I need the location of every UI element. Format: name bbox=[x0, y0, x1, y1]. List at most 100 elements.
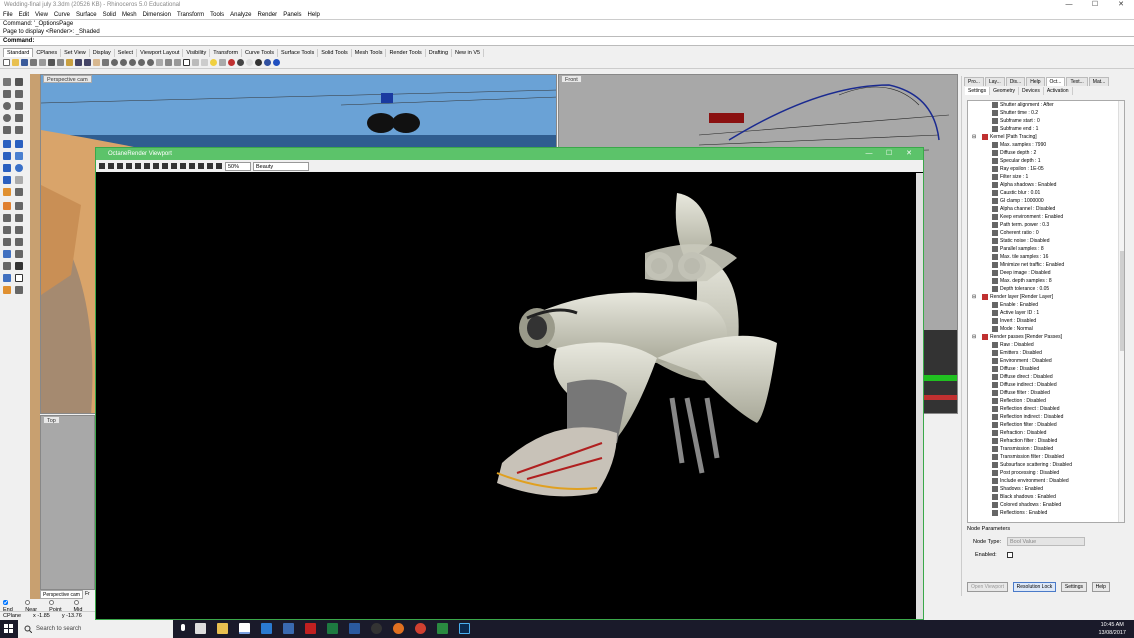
tree-row[interactable]: Reflections : Enabled bbox=[968, 509, 1124, 517]
tree-row[interactable]: Black shadows : Enabled bbox=[968, 493, 1124, 501]
render-preview-icon[interactable] bbox=[237, 59, 244, 66]
tree-row[interactable]: Minimize net traffic : Enabled bbox=[968, 261, 1124, 269]
four-viewports-icon[interactable] bbox=[165, 59, 172, 66]
tree-scrollbar[interactable] bbox=[1118, 101, 1124, 522]
rotate-view-icon[interactable] bbox=[102, 59, 109, 66]
redo-icon[interactable] bbox=[84, 59, 91, 66]
subtab-geometry[interactable]: Geometry bbox=[990, 87, 1020, 95]
tree-row[interactable]: Raw : Disabled bbox=[968, 341, 1124, 349]
select-points-icon[interactable] bbox=[3, 78, 11, 86]
firefox-app-icon[interactable] bbox=[393, 623, 404, 634]
tab-viewport-layout[interactable]: Viewport Layout bbox=[137, 49, 184, 57]
tree-row[interactable]: Specular depth : 1 bbox=[968, 157, 1124, 165]
tree-row[interactable]: Alpha shadows : Enabled bbox=[968, 181, 1124, 189]
tree-row[interactable]: Depth tolerance : 0.05 bbox=[968, 285, 1124, 293]
viewport-label-front[interactable]: Front bbox=[561, 75, 582, 83]
menu-help[interactable]: Help bbox=[308, 12, 320, 18]
sweep-icon[interactable] bbox=[15, 152, 23, 160]
menu-view[interactable]: View bbox=[35, 12, 48, 18]
tab-layers[interactable]: Lay... bbox=[984, 77, 1005, 86]
tab-materials[interactable]: Mat... bbox=[1088, 77, 1110, 86]
expand-icon[interactable]: ⊟ bbox=[972, 133, 976, 141]
osnap-point-checkbox[interactable] bbox=[49, 600, 55, 605]
render-icon[interactable] bbox=[3, 286, 11, 294]
lock-icon[interactable] bbox=[207, 163, 213, 169]
osnap-end-checkbox[interactable] bbox=[3, 600, 8, 605]
tree-row[interactable]: Reflection : Disabled bbox=[968, 397, 1124, 405]
tree-row[interactable]: ⊟ Render passes [Render Passes] bbox=[968, 333, 1124, 341]
array-grid-icon[interactable] bbox=[3, 262, 11, 270]
osnap-mid-checkbox[interactable] bbox=[73, 600, 79, 605]
zoom-select[interactable]: 50% bbox=[225, 161, 251, 171]
tab-perspective-cam[interactable]: Perspective cam bbox=[40, 590, 83, 599]
tree-row[interactable]: GI clamp : 1000000 bbox=[968, 197, 1124, 205]
surface-icon[interactable] bbox=[3, 140, 11, 148]
cplane-label[interactable]: CPlane bbox=[3, 613, 21, 619]
tree-row[interactable]: Max. samples : 7990 bbox=[968, 141, 1124, 149]
tree-row[interactable]: Diffuse filter : Disabled bbox=[968, 389, 1124, 397]
tree-row[interactable]: Reflection filter : Disabled bbox=[968, 421, 1124, 429]
tab-display[interactable]: Dis... bbox=[1005, 77, 1026, 86]
copy-object-icon[interactable] bbox=[15, 226, 23, 234]
tree-row[interactable]: Reflection direct : Disabled bbox=[968, 405, 1124, 413]
circle-icon[interactable] bbox=[3, 102, 11, 110]
tab-cplanes[interactable]: CPlanes bbox=[33, 49, 62, 57]
extrude-icon[interactable] bbox=[15, 140, 23, 148]
zoom-window-icon[interactable] bbox=[120, 59, 127, 66]
tree-row[interactable]: Subsurface scattering : Disabled bbox=[968, 461, 1124, 469]
help-button[interactable]: Help bbox=[1091, 582, 1110, 592]
maximize-button[interactable]: ☐ bbox=[1082, 0, 1108, 10]
tab-mesh-tools[interactable]: Mesh Tools bbox=[352, 49, 387, 57]
tree-row[interactable]: Ray epsilon : 1E-05 bbox=[968, 165, 1124, 173]
move-icon[interactable] bbox=[3, 226, 11, 234]
open-viewport-button[interactable]: Open Viewport bbox=[967, 582, 1008, 592]
rotate-icon[interactable] bbox=[3, 238, 11, 246]
tab-select[interactable]: Select bbox=[115, 49, 138, 57]
edge-app-icon[interactable] bbox=[261, 623, 272, 634]
import-icon[interactable] bbox=[39, 59, 46, 66]
menu-mesh[interactable]: Mesh bbox=[122, 12, 137, 18]
select-icon[interactable] bbox=[183, 59, 190, 66]
array-icon[interactable] bbox=[15, 250, 23, 258]
close-button[interactable]: ✕ bbox=[1108, 0, 1134, 10]
octane-minimize-button[interactable]: — bbox=[859, 148, 879, 160]
menu-solid[interactable]: Solid bbox=[103, 12, 116, 18]
tree-row[interactable]: ⊟ Kernel [Path Tracing] bbox=[968, 133, 1124, 141]
new-file-icon[interactable] bbox=[3, 59, 10, 66]
white-balance-icon[interactable] bbox=[153, 163, 159, 169]
menu-edit[interactable]: Edit bbox=[19, 12, 29, 18]
zoom-extents-icon[interactable] bbox=[129, 59, 136, 66]
settings-icon[interactable] bbox=[216, 163, 222, 169]
rectangle-icon[interactable] bbox=[15, 114, 23, 122]
material-icon[interactable] bbox=[228, 59, 235, 66]
arc-icon[interactable] bbox=[15, 102, 23, 110]
tab-textures[interactable]: Text... bbox=[1066, 77, 1088, 86]
save-render-icon[interactable] bbox=[171, 163, 177, 169]
octane-app-icon[interactable] bbox=[437, 623, 448, 634]
region-icon[interactable] bbox=[135, 163, 141, 169]
save-icon[interactable] bbox=[21, 59, 28, 66]
tab-visibility[interactable]: Visibility bbox=[183, 49, 211, 57]
tree-row[interactable]: Diffuse direct : Disabled bbox=[968, 373, 1124, 381]
tree-row[interactable]: Refraction : Disabled bbox=[968, 429, 1124, 437]
boolean-icon[interactable] bbox=[15, 176, 23, 184]
tab-octane[interactable]: Oct... bbox=[1045, 77, 1066, 86]
menu-tools[interactable]: Tools bbox=[210, 12, 224, 18]
point-icon[interactable] bbox=[15, 78, 23, 86]
polygon-icon[interactable] bbox=[3, 126, 11, 134]
media-app-icon[interactable] bbox=[371, 623, 382, 634]
tab-standard[interactable]: Standard bbox=[3, 48, 34, 57]
fillet-icon[interactable] bbox=[3, 188, 11, 196]
box-icon[interactable] bbox=[3, 164, 11, 172]
grid-icon[interactable] bbox=[174, 59, 181, 66]
taskbar-search[interactable]: Search to search bbox=[18, 620, 173, 638]
check-icon[interactable] bbox=[15, 274, 23, 282]
photoshop-app-icon[interactable] bbox=[459, 623, 470, 634]
tab-render-tools[interactable]: Render Tools bbox=[386, 49, 426, 57]
edit-points-icon[interactable] bbox=[15, 286, 23, 294]
tree-row[interactable]: Shutter time : 0.2 bbox=[968, 109, 1124, 117]
octane-render-canvas[interactable] bbox=[97, 173, 916, 619]
tree-row[interactable]: Mode : Normal bbox=[968, 325, 1124, 333]
octane-maximize-button[interactable]: ☐ bbox=[879, 148, 899, 160]
copy-render-icon[interactable] bbox=[180, 163, 186, 169]
